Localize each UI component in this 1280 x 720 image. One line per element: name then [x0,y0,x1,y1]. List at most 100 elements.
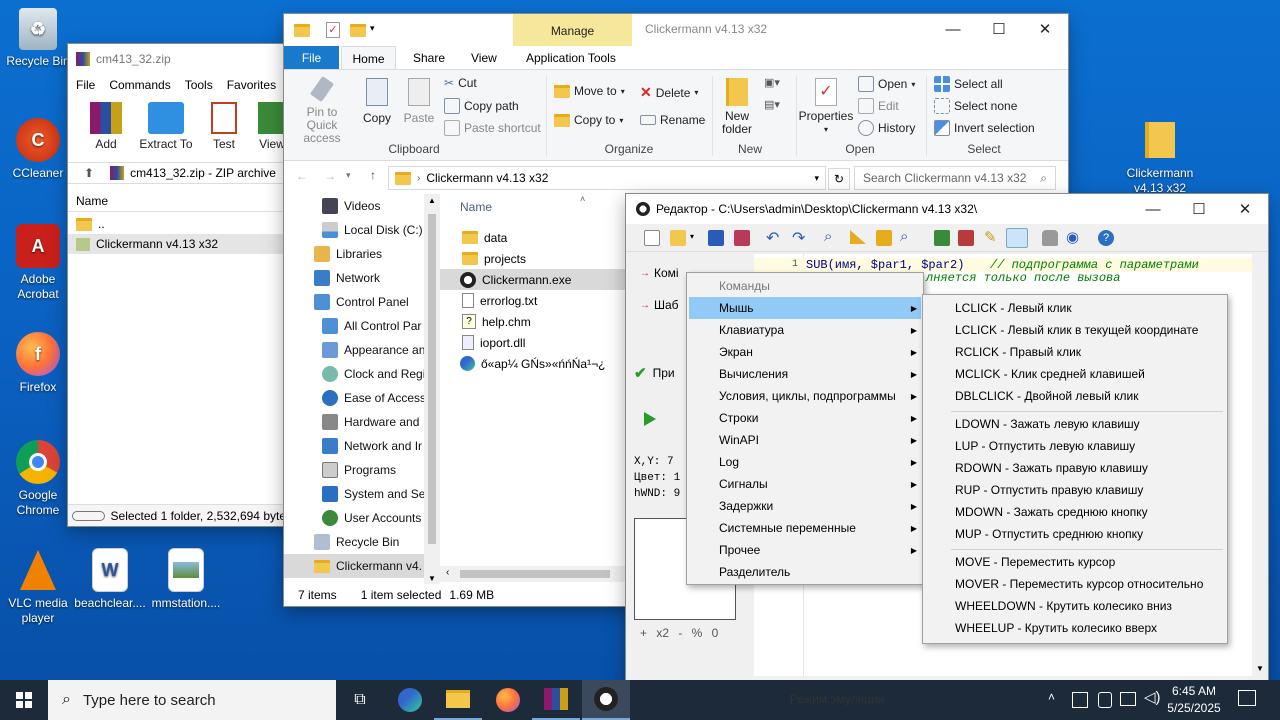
sidebar-item-libraries[interactable]: Libraries [284,242,382,266]
column-header-name[interactable]: Name ˄ [440,194,640,220]
taskbar-winrar[interactable] [532,680,580,720]
network-icon[interactable] [1120,692,1136,706]
eye-icon[interactable]: ◉ [1066,228,1079,246]
notification-icon[interactable] [1238,690,1256,706]
address-bar[interactable]: › Clickermann v4.13 x32 ▾ [388,166,826,190]
firefox-icon[interactable]: f Firefox [0,332,76,395]
winrar-test-button[interactable]: Test [204,102,244,151]
sidebar-item-hardware[interactable]: Hardware and [284,410,419,434]
start-button[interactable] [0,680,48,720]
ruler-icon[interactable] [850,230,866,244]
apply-button[interactable]: ✔ При [634,364,675,382]
folder-icon[interactable]: Clickermann v4.13 x32 [1118,118,1202,196]
list-item[interactable]: projects [440,248,640,269]
taskbar-search-input[interactable]: ⌕ Type here to search [48,680,336,720]
recent-chevron-icon[interactable]: ▾ [346,170,351,181]
move-to-button[interactable]: Move to ▾ [554,84,625,98]
submenu-item-rdown[interactable]: RDOWN - Зажать правую клавишу [925,457,1225,479]
submenu-item-rup[interactable]: RUP - Отпустить правую клавишу [925,479,1225,501]
close-button[interactable]: ✕ [1022,14,1068,44]
select-all-button[interactable]: Select all [934,76,1003,92]
list-item[interactable]: ioport.dll [440,332,640,353]
submenu-item-lclick-current[interactable]: LCLICK - Левый клик в текущей координате [925,319,1225,341]
scroll-down-icon[interactable]: ▼ [428,574,436,583]
new-file-icon[interactable] [644,230,660,246]
submenu-item-ldown[interactable]: LDOWN - Зажать левую клавишу [925,413,1225,435]
winrar-titlebar[interactable]: cm413_32.zip [68,44,292,74]
maximize-button[interactable]: ☐ [976,14,1022,44]
volume-icon[interactable]: ◁) [1144,688,1161,706]
chevron-up-icon[interactable]: ˄ [1048,690,1055,704]
tab-home[interactable]: Home [341,46,396,71]
winrar-menu-tools[interactable]: Tools [185,78,213,92]
clipboard-icon[interactable] [876,230,892,246]
help-icon[interactable]: ? [1098,230,1114,246]
taskbar-explorer[interactable] [434,680,482,720]
submenu-item-rclick[interactable]: RCLICK - Правый клик [925,341,1225,363]
submenu-item-dblclick[interactable]: DBLCLICK - Двойной левый клик [925,385,1225,407]
nav-scroll-thumb[interactable] [428,214,436,544]
winrar-add-button[interactable]: Add [86,102,126,151]
winrar-column-header[interactable]: Name [68,190,292,212]
tab-manage[interactable]: Manage [513,14,632,46]
chevron-down-icon[interactable]: ▾ [690,232,694,241]
search-input[interactable]: Search Clickermann v4.13 x32 ⌕ [854,166,1056,190]
add-icon[interactable] [934,230,950,246]
clock[interactable]: 6:45 AM 5/25/2025 [1166,683,1222,717]
menu-item-delays[interactable]: Задержки ▶ [689,495,921,517]
templates-item[interactable]: → Шаб [640,298,679,312]
vertical-scrollbar[interactable]: ▼ [1252,254,1268,676]
sidebar-item-clickermann[interactable]: Clickermann v4. [284,554,424,578]
close-button[interactable]: ✕ [1222,194,1268,224]
scroll-down-icon[interactable]: ▼ [1256,664,1264,673]
commands-item[interactable]: → Комі [640,266,679,280]
open-button[interactable]: Open ▾ [858,76,915,92]
format-icon[interactable] [1006,228,1028,248]
h-scroll-thumb[interactable] [460,570,610,578]
pin-quick-access-button[interactable]: Pin to Quick access [290,75,354,145]
tool-icon[interactable]: ✎ [984,228,997,246]
submenu-item-mup[interactable]: MUP - Отпустить среднюю кнопку [925,523,1225,545]
tray-app-icon[interactable] [1072,692,1088,708]
tab-application-tools[interactable]: Application Tools [526,51,616,65]
submenu-item-wheelup[interactable]: WHEELUP - Крутить колесико вверх [925,617,1225,639]
back-arrow-icon[interactable]: ← [296,169,308,183]
open-folder-icon[interactable] [670,230,686,246]
new-item-icon[interactable]: ▣▾ [764,76,780,89]
menu-item-mouse[interactable]: Мышь ▶ [689,297,921,319]
image-file-icon[interactable]: mmstation.... [148,548,224,611]
submenu-item-mdown[interactable]: MDOWN - Зажать среднюю кнопку [925,501,1225,523]
tab-view[interactable]: View [471,51,497,65]
submenu-item-lup[interactable]: LUP - Отпустить левую клавишу [925,435,1225,457]
sidebar-item-ease-of-access[interactable]: Ease of Access [284,386,426,410]
submenu-item-wheeldown[interactable]: WHEELDOWN - Крутить колесико вниз [925,595,1225,617]
sidebar-item-control-panel[interactable]: Control Panel [284,290,409,314]
sidebar-item-clock[interactable]: Clock and Regi [284,362,425,386]
new-folder-button[interactable]: New folder [718,78,756,136]
undo-icon[interactable]: ↶ [766,228,779,248]
taskbar-firefox[interactable] [484,680,532,720]
scroll-up-icon[interactable]: ▲ [428,196,436,205]
tab-file[interactable]: File [284,46,339,70]
refresh-icon[interactable]: ↻ [828,168,850,190]
recycle-bin-icon[interactable]: ♻ Recycle Bin [0,8,76,69]
edit-button[interactable]: Edit [858,98,899,114]
history-button[interactable]: History [858,120,915,136]
sidebar-item-appearance[interactable]: Appearance an [284,338,425,362]
paste-button[interactable]: Paste [400,78,438,125]
sidebar-item-local-disk[interactable]: Local Disk (C:) [284,218,423,242]
invert-selection-button[interactable]: Invert selection [934,120,1035,136]
winrar-menu-file[interactable]: File [76,78,95,92]
menu-item-keyboard[interactable]: Клавиатура ▶ [689,319,921,341]
find-icon[interactable]: ⌕ [824,228,832,245]
editor-titlebar[interactable]: Редактор - C:\Users\admin\Desktop\Clicke… [626,194,1268,224]
sidebar-item-user-accounts[interactable]: User Accounts [284,506,421,530]
sidebar-item-videos[interactable]: Videos [284,194,380,218]
word-doc-icon[interactable]: W beachclear.... [72,548,148,611]
submenu-item-mclick[interactable]: MCLICK - Клик средней клавишей [925,363,1225,385]
winrar-menu-commands[interactable]: Commands [109,78,170,92]
list-item[interactable]: data [440,227,640,248]
save-icon[interactable] [708,230,724,246]
zoom-bar[interactable]: + x2 - % 0 [640,626,718,640]
menu-item-conditions[interactable]: Условия, циклы, подпрограммы ▶ [689,385,921,407]
